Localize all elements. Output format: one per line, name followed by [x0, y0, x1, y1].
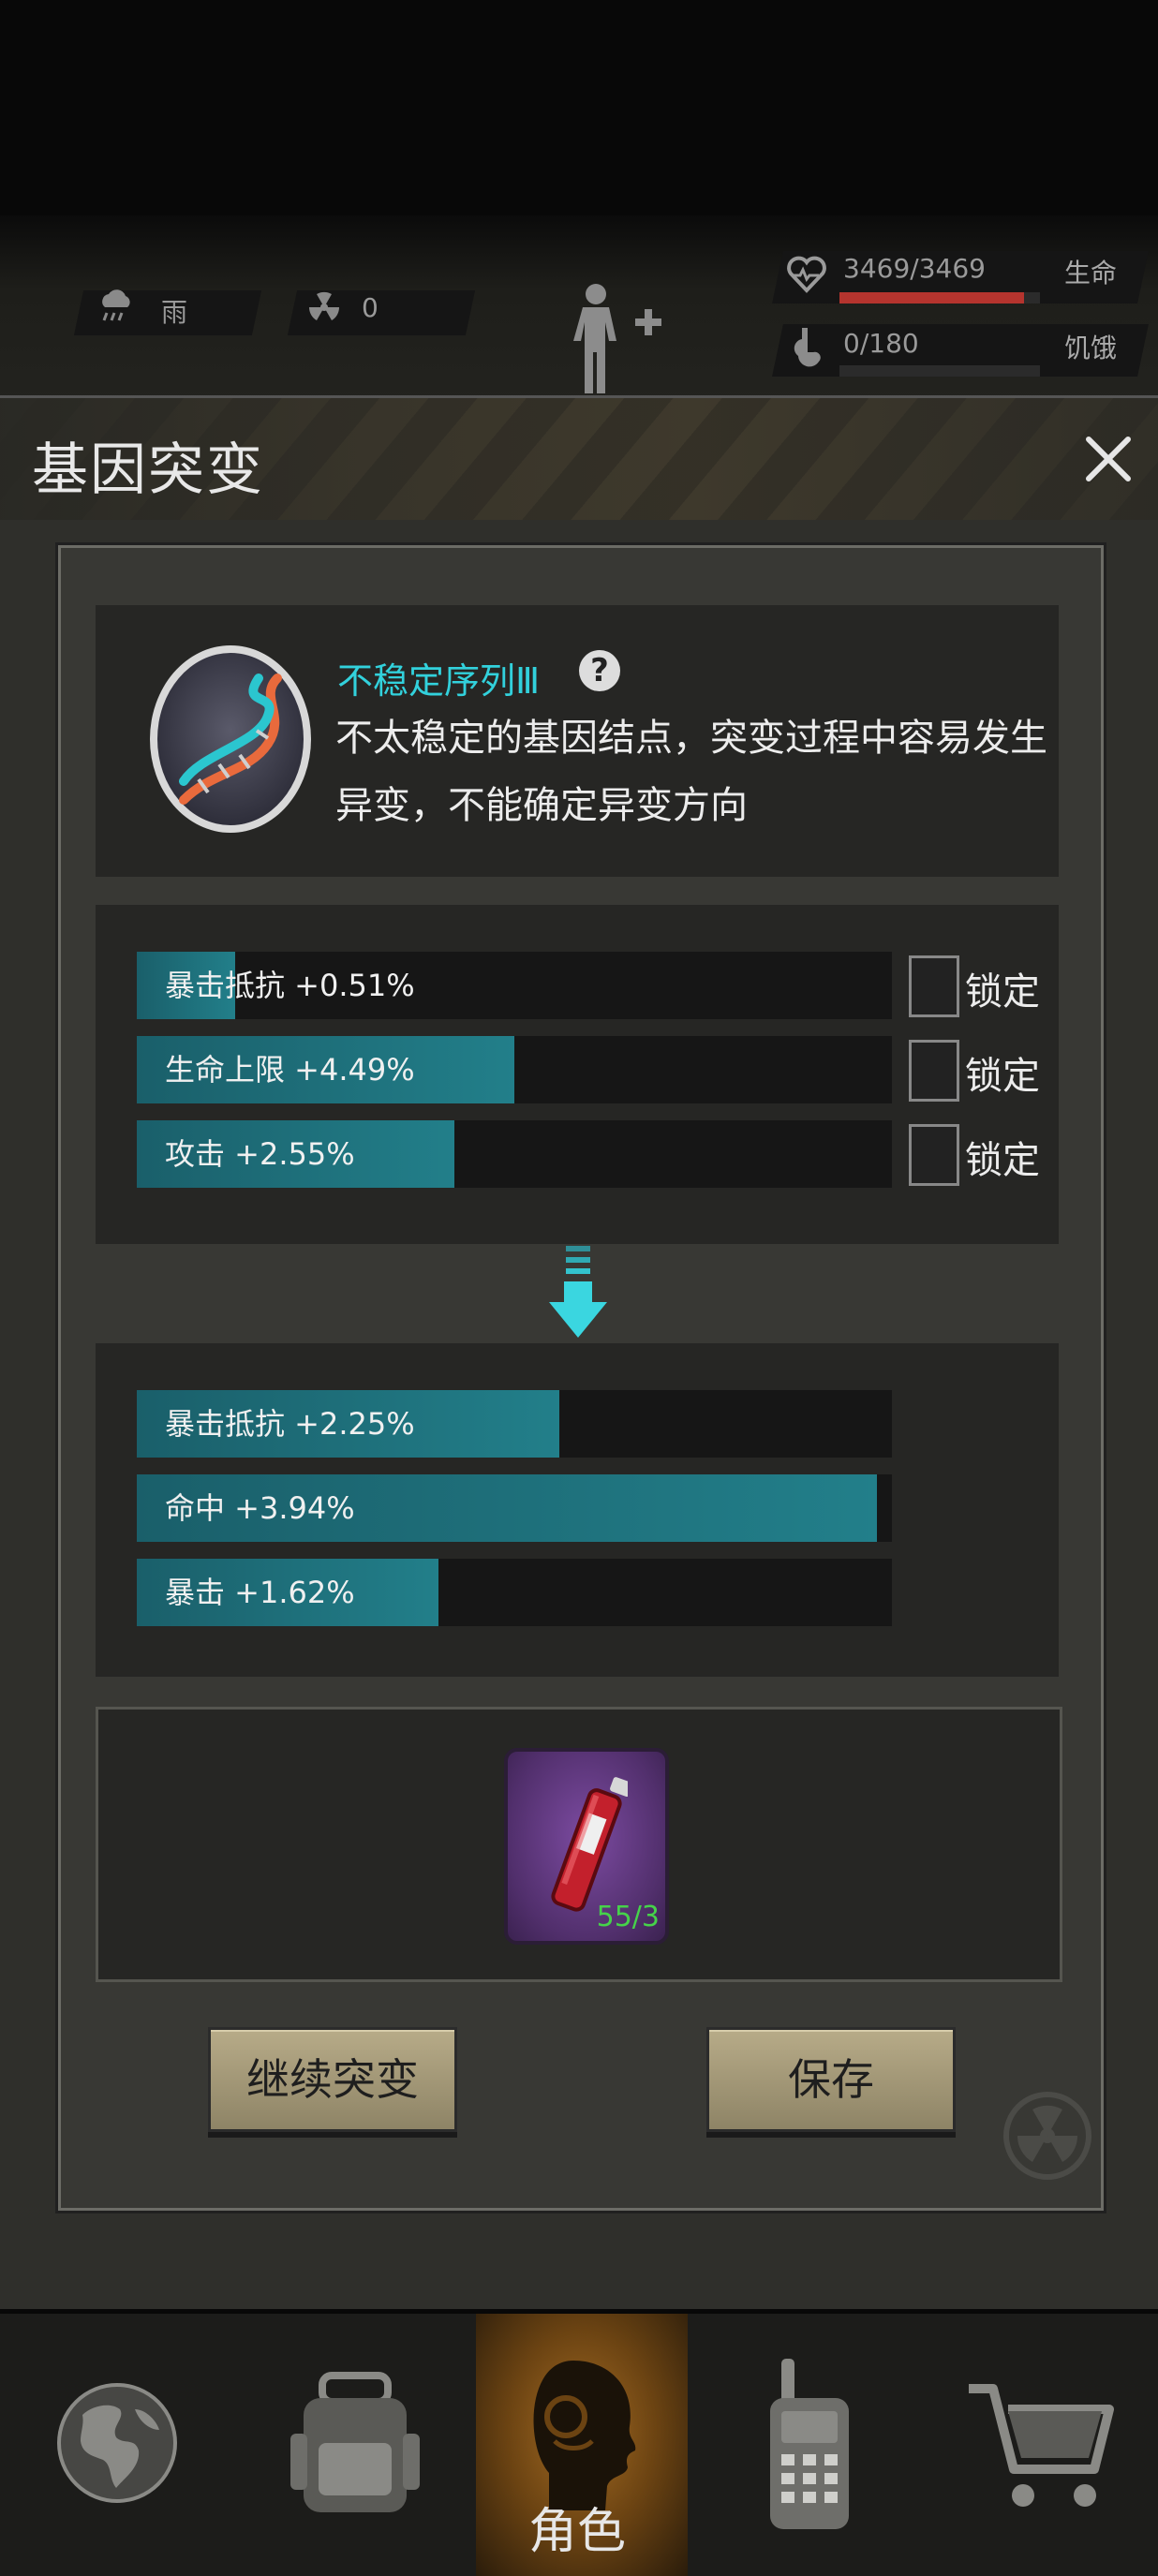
current-stat-row: 生命上限 +4.49%: [137, 1036, 892, 1103]
gene-description-line1: 不太稳定的基因结点，突变过程中容易发生: [335, 717, 1047, 760]
new-stat-label: 暴击抵抗 +2.25%: [165, 1406, 415, 1442]
lock-label: 锁定: [965, 1139, 1040, 1182]
hunger-label: 饥饿: [1064, 333, 1118, 363]
current-stat-label: 暴击抵抗 +0.51%: [165, 968, 415, 1003]
hp-value: 3469/3469: [843, 253, 986, 284]
tab-backpack[interactable]: [234, 2314, 476, 2576]
tab-character-label: 角色: [528, 2504, 627, 2560]
tab-character[interactable]: 角色: [476, 2314, 688, 2576]
tab-shop[interactable]: [922, 2314, 1158, 2576]
dialog-title: 基因突变: [32, 437, 264, 503]
lock-checkbox[interactable]: [909, 1124, 959, 1186]
rain-icon: [102, 289, 130, 321]
radiation-watermark-icon: [1003, 2092, 1091, 2180]
hp-label: 生命: [1064, 258, 1118, 289]
item-count: 55/3: [596, 1901, 660, 1933]
hp-bar: [839, 292, 1040, 303]
hunger-bar: [839, 365, 1040, 377]
weather-label: 雨: [161, 297, 188, 328]
bottom-nav: 角色: [0, 2314, 1158, 2576]
new-stat-label: 命中 +3.94%: [165, 1490, 355, 1526]
current-stat-label: 生命上限 +4.49%: [165, 1052, 415, 1088]
current-stat-row: 暴击抵抗 +0.51%: [137, 952, 892, 1019]
hunger-value: 0/180: [843, 328, 919, 359]
save-button[interactable]: 保存: [706, 2027, 956, 2132]
globe-icon: [57, 2383, 177, 2503]
cart-icon: [969, 2384, 1114, 2507]
new-stat-label: 暴击 +1.62%: [165, 1575, 355, 1610]
hp-bar-fill: [839, 292, 1024, 303]
radiation-icon: [308, 291, 340, 320]
continue-mutation-button[interactable]: 继续突变: [208, 2027, 457, 2132]
lock-checkbox[interactable]: [909, 955, 959, 1017]
lock-label: 锁定: [965, 1055, 1040, 1098]
new-stat-row: 暴击 +1.62%: [137, 1559, 892, 1626]
arrow-down-icon: [549, 1246, 607, 1338]
close-icon[interactable]: [1076, 426, 1141, 492]
gene-description-line2: 异变，不能确定异变方向: [335, 784, 748, 827]
dna-icon: [150, 645, 311, 833]
tab-world[interactable]: [0, 2314, 234, 2576]
current-stat-label: 攻击 +2.55%: [165, 1136, 355, 1172]
heart-icon: [787, 256, 826, 293]
mutagen-item-slot[interactable]: 55/3: [504, 1748, 669, 1945]
help-icon[interactable]: ?: [579, 650, 620, 691]
current-stat-row: 攻击 +2.55%: [137, 1120, 892, 1188]
radiation-value: 0: [362, 292, 379, 323]
backpack-icon: [290, 2372, 420, 2512]
walkie-talkie-icon: [770, 2359, 849, 2529]
lock-label: 锁定: [965, 970, 1040, 1014]
body-heal-icon[interactable]: [560, 281, 665, 397]
lock-checkbox[interactable]: [909, 1040, 959, 1102]
stomach-icon: [794, 328, 821, 367]
new-stat-row: 暴击抵抗 +2.25%: [137, 1390, 892, 1458]
character-head-icon: [533, 2361, 636, 2510]
tab-radio[interactable]: [688, 2314, 922, 2576]
new-stat-row: 命中 +3.94%: [137, 1474, 892, 1542]
gene-name: 不稳定序列Ⅲ: [337, 660, 541, 702]
